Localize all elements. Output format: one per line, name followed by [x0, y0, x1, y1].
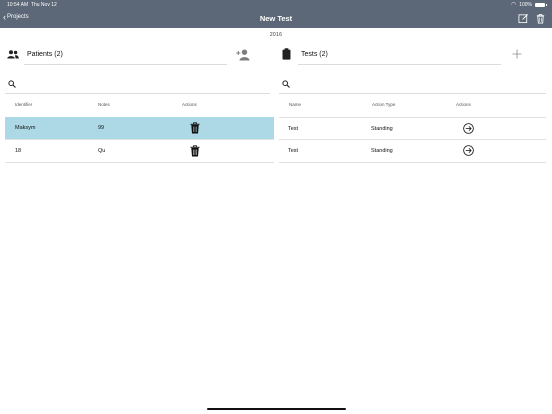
battery-percent: 100%: [519, 2, 532, 8]
patients-title: Patients (2): [27, 51, 63, 58]
add-person-icon[interactable]: [236, 49, 250, 61]
test-action-type: Standing: [371, 148, 393, 154]
battery-icon: [535, 3, 547, 7]
test-action-type: Standing: [371, 126, 393, 132]
tests-header: Tests (2): [298, 45, 501, 65]
patient-notes: 99: [98, 125, 105, 131]
year-label: 2016: [269, 32, 283, 38]
tests-col-action-type: Action Type: [372, 102, 396, 107]
patient-row[interactable]: 18 Qu: [5, 140, 274, 163]
patient-row[interactable]: Maksym 99: [5, 117, 274, 140]
navigation-bar: 10:54 AM Thu Nov 12 ◠ 100% ‹ Projects Ne…: [0, 0, 552, 28]
status-bar-time: 10:54 AM Thu Nov 12: [7, 2, 57, 8]
trash-icon[interactable]: [535, 13, 546, 24]
patient-identifier: 18: [15, 148, 22, 154]
status-date-text: Thu Nov 12: [30, 2, 57, 8]
search-icon: [282, 80, 290, 88]
test-name: Test: [288, 148, 299, 154]
status-time-text: 10:54 AM: [7, 2, 29, 8]
plus-icon[interactable]: [512, 49, 522, 59]
trash-icon[interactable]: [190, 122, 200, 134]
trash-icon[interactable]: [190, 145, 200, 157]
arrow-circle-right-icon[interactable]: [463, 123, 474, 134]
edit-icon[interactable]: [518, 13, 529, 24]
clipboard-icon: [282, 48, 291, 60]
tests-col-name: Name: [289, 102, 302, 107]
page-title: New Test: [259, 14, 293, 23]
test-row[interactable]: Test Standing: [279, 140, 546, 163]
patients-col-actions: Actions: [182, 102, 197, 107]
patients-search-field[interactable]: [5, 79, 270, 94]
patient-notes: Qu: [98, 148, 106, 154]
patients-header: Patients (2): [24, 45, 227, 65]
patient-identifier: Maksym: [15, 125, 36, 131]
tests-title: Tests (2): [301, 51, 328, 58]
tests-col-actions: Actions: [456, 102, 471, 107]
test-row[interactable]: Test Standing: [279, 117, 546, 140]
search-icon: [8, 80, 16, 88]
people-icon: [7, 50, 19, 59]
patients-col-identifier: Identifier: [15, 102, 33, 107]
patients-col-notes: Notes: [98, 102, 110, 107]
status-bar-right: ◠ 100%: [510, 1, 547, 8]
test-name: Test: [288, 126, 299, 132]
wifi-icon: ◠: [510, 1, 517, 8]
tests-search-field[interactable]: [279, 79, 546, 94]
arrow-circle-right-icon[interactable]: [463, 145, 474, 156]
home-indicator[interactable]: [207, 408, 346, 410]
